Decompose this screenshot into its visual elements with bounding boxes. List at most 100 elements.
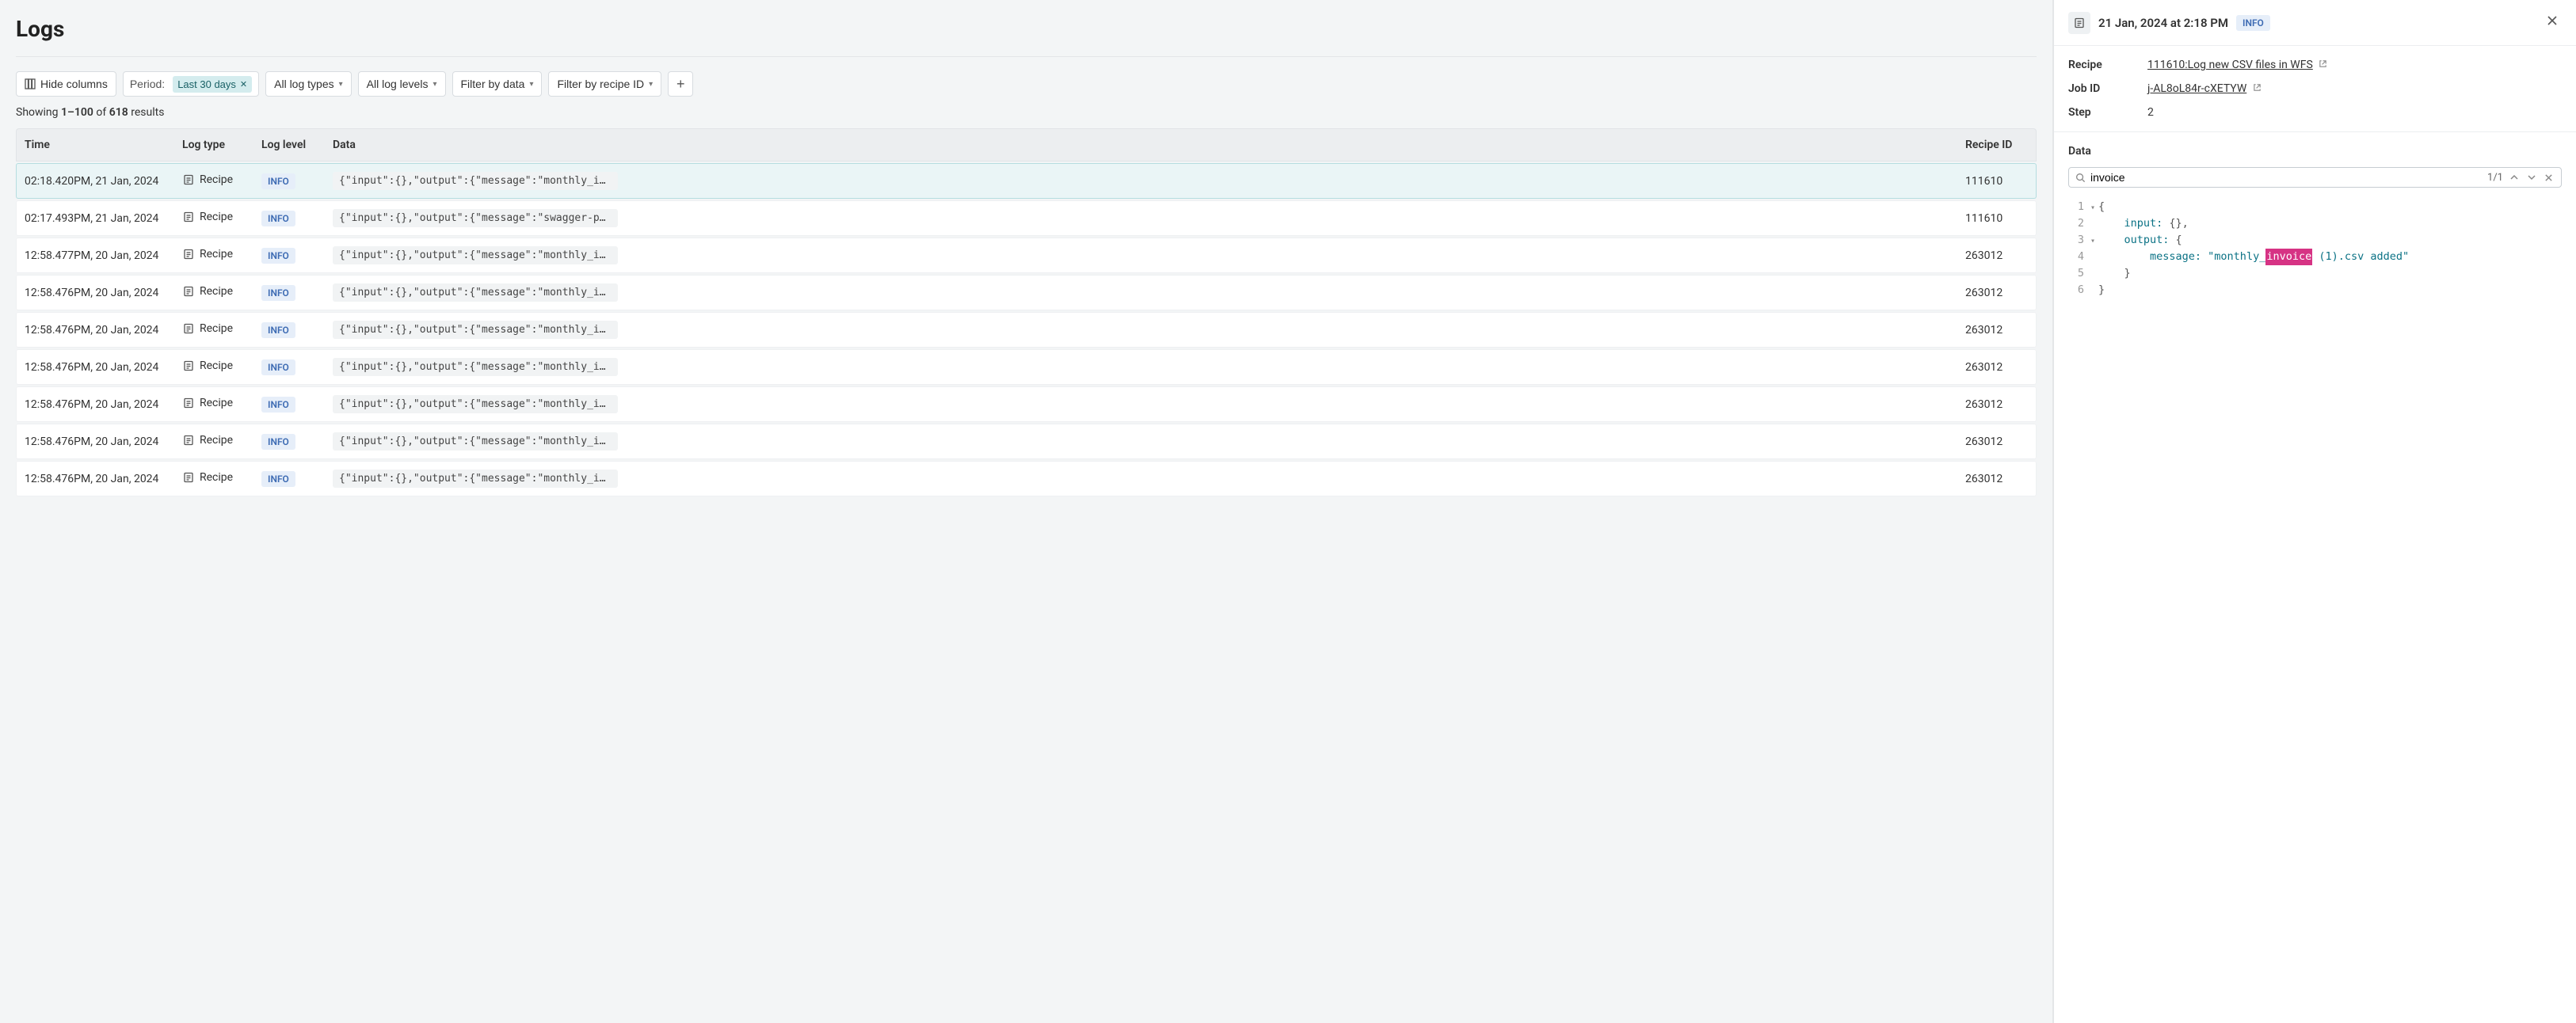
cell-time: 12:58.476PM, 20 Jan, 2024 bbox=[16, 349, 174, 385]
search-count: 1/1 bbox=[2487, 172, 2503, 184]
recipe-icon bbox=[2068, 12, 2090, 34]
cell-recipe-id: 263012 bbox=[1957, 424, 2037, 459]
fold-toggle[interactable]: ▾ bbox=[2087, 202, 2098, 215]
col-data[interactable]: Data bbox=[325, 128, 1957, 162]
logs-table: Time Log type Log level Data Recipe ID 0… bbox=[16, 127, 2037, 498]
json-text: { bbox=[2098, 199, 2105, 215]
cell-recipe-id: 263012 bbox=[1957, 349, 2037, 385]
col-recipe-id[interactable]: Recipe ID bbox=[1957, 128, 2037, 162]
json-text: message: bbox=[2098, 249, 2208, 265]
showing-word: Showing bbox=[16, 106, 59, 119]
cell-recipe-id: 263012 bbox=[1957, 238, 2037, 273]
job-id-link[interactable]: j-AL8oL84r-cXETYW bbox=[2147, 82, 2246, 95]
cell-recipe-id: 263012 bbox=[1957, 275, 2037, 310]
cell-time: 12:58.476PM, 20 Jan, 2024 bbox=[16, 424, 174, 459]
search-prev[interactable] bbox=[2508, 171, 2521, 184]
json-text: (1).csv added" bbox=[2312, 249, 2409, 265]
table-row[interactable]: 12:58.476PM, 20 Jan, 2024RecipeINFO{"inp… bbox=[16, 312, 2037, 348]
table-row[interactable]: 12:58.476PM, 20 Jan, 2024RecipeINFO{"inp… bbox=[16, 424, 2037, 459]
cell-time: 02:17.493PM, 21 Jan, 2024 bbox=[16, 200, 174, 236]
col-log-type[interactable]: Log type bbox=[174, 128, 253, 162]
cell-data: {"input":{},"output":{"message":"swagger… bbox=[333, 209, 618, 227]
of-word: of bbox=[96, 106, 106, 119]
detail-timestamp: 21 Jan, 2024 at 2:18 PM bbox=[2098, 16, 2228, 30]
table-row[interactable]: 12:58.477PM, 20 Jan, 2024RecipeINFO{"inp… bbox=[16, 238, 2037, 273]
cell-time: 12:58.476PM, 20 Jan, 2024 bbox=[16, 312, 174, 348]
cell-time: 12:58.477PM, 20 Jan, 2024 bbox=[16, 238, 174, 273]
level-badge: INFO bbox=[261, 471, 295, 487]
filter-data-label: Filter by data bbox=[461, 78, 525, 90]
json-text: "monthly_ bbox=[2208, 249, 2265, 265]
plus-icon: + bbox=[676, 76, 685, 93]
table-row[interactable]: 02:17.493PM, 21 Jan, 2024RecipeINFO{"inp… bbox=[16, 200, 2037, 236]
recipe-icon bbox=[182, 248, 195, 261]
cell-recipe-id: 263012 bbox=[1957, 461, 2037, 496]
level-badge: INFO bbox=[261, 248, 295, 264]
cell-data: {"input":{},"output":{"message":"monthly… bbox=[333, 172, 618, 190]
recipe-icon bbox=[182, 322, 195, 335]
job-id-label: Job ID bbox=[2068, 82, 2147, 95]
cell-log-type: Recipe bbox=[200, 359, 233, 372]
level-badge: INFO bbox=[261, 322, 295, 338]
period-filter[interactable]: Period: Last 30 days ✕ bbox=[123, 71, 259, 97]
table-row[interactable]: 12:58.476PM, 20 Jan, 2024RecipeINFO{"inp… bbox=[16, 386, 2037, 422]
col-log-level[interactable]: Log level bbox=[253, 128, 325, 162]
cell-log-type: Recipe bbox=[200, 285, 233, 298]
log-types-filter[interactable]: All log types ▾ bbox=[265, 71, 352, 97]
cell-log-type: Recipe bbox=[200, 248, 233, 261]
json-text: } bbox=[2098, 265, 2131, 282]
search-highlight: invoice bbox=[2265, 249, 2312, 265]
filter-by-data[interactable]: Filter by data ▾ bbox=[452, 71, 543, 97]
col-time[interactable]: Time bbox=[16, 128, 174, 162]
table-row[interactable]: 12:58.476PM, 20 Jan, 2024RecipeINFO{"inp… bbox=[16, 349, 2037, 385]
recipe-link[interactable]: 111610:Log new CSV files in WFS bbox=[2147, 59, 2313, 71]
cell-log-type: Recipe bbox=[200, 434, 233, 447]
period-label: Period: bbox=[130, 78, 165, 90]
cell-recipe-id: 263012 bbox=[1957, 386, 2037, 422]
table-row[interactable]: 02:18.420PM, 21 Jan, 2024RecipeINFO{"inp… bbox=[16, 163, 2037, 199]
table-row[interactable]: 12:58.476PM, 20 Jan, 2024RecipeINFO{"inp… bbox=[16, 461, 2037, 496]
detail-panel: 21 Jan, 2024 at 2:18 PM INFO Recipe 1116… bbox=[2053, 0, 2576, 1023]
cell-data: {"input":{},"output":{"message":"monthly… bbox=[333, 432, 618, 451]
search-clear[interactable] bbox=[2543, 172, 2555, 184]
filter-recipe-label: Filter by recipe ID bbox=[557, 78, 644, 90]
cell-log-type: Recipe bbox=[200, 173, 233, 186]
close-button[interactable] bbox=[2543, 11, 2562, 34]
chevron-down-icon: ▾ bbox=[529, 80, 533, 89]
filter-bar: Hide columns Period: Last 30 days ✕ All … bbox=[16, 71, 2037, 97]
search-input[interactable] bbox=[2090, 171, 2483, 184]
level-badge: INFO bbox=[2236, 15, 2270, 31]
filter-by-recipe-id[interactable]: Filter by recipe ID ▾ bbox=[548, 71, 661, 97]
cell-log-type: Recipe bbox=[200, 397, 233, 409]
level-badge: INFO bbox=[261, 285, 295, 301]
fold-toggle[interactable]: ▾ bbox=[2087, 235, 2098, 248]
add-filter-button[interactable]: + bbox=[668, 71, 693, 97]
search-icon bbox=[2075, 173, 2086, 183]
log-levels-filter[interactable]: All log levels ▾ bbox=[358, 71, 446, 97]
level-badge: INFO bbox=[261, 211, 295, 226]
cell-time: 02:18.420PM, 21 Jan, 2024 bbox=[16, 163, 174, 199]
recipe-icon bbox=[182, 434, 195, 447]
results-total: 618 bbox=[109, 106, 128, 119]
cell-recipe-id: 111610 bbox=[1957, 163, 2037, 199]
period-chip[interactable]: Last 30 days ✕ bbox=[173, 76, 252, 93]
cell-time: 12:58.476PM, 20 Jan, 2024 bbox=[16, 461, 174, 496]
hide-columns-button[interactable]: Hide columns bbox=[16, 71, 116, 97]
search-next[interactable] bbox=[2525, 171, 2538, 184]
json-text: } bbox=[2098, 282, 2105, 299]
log-types-label: All log types bbox=[274, 78, 333, 90]
columns-icon bbox=[25, 78, 36, 89]
cell-log-type: Recipe bbox=[200, 471, 233, 484]
level-badge: INFO bbox=[261, 397, 295, 413]
cell-log-type: Recipe bbox=[200, 322, 233, 335]
close-icon[interactable]: ✕ bbox=[240, 79, 247, 89]
cell-time: 12:58.476PM, 20 Jan, 2024 bbox=[16, 386, 174, 422]
data-search[interactable]: 1/1 bbox=[2068, 167, 2562, 188]
divider bbox=[16, 56, 2037, 57]
external-link-icon bbox=[2253, 83, 2262, 92]
level-badge: INFO bbox=[261, 359, 295, 375]
table-row[interactable]: 12:58.476PM, 20 Jan, 2024RecipeINFO{"inp… bbox=[16, 275, 2037, 310]
json-text: output: bbox=[2098, 232, 2176, 249]
results-word: results bbox=[131, 106, 164, 119]
step-label: Step bbox=[2068, 106, 2147, 119]
